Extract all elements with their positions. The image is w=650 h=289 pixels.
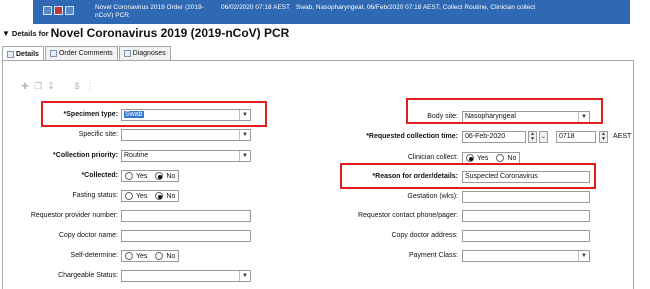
requestor-provider-number-label: Requestor provider number: — [30, 212, 118, 219]
fasting-yes-option[interactable]: Yes — [125, 192, 147, 200]
note-icon — [65, 6, 74, 15]
date-spinner[interactable]: ▲ ▼ — [528, 131, 537, 143]
collected-yes-option[interactable]: Yes — [125, 172, 147, 180]
self-determine-no-option[interactable]: No — [155, 252, 175, 260]
chargeable-status-label: Chargeable Status: — [58, 272, 118, 279]
option-label: No — [507, 154, 517, 162]
calendar-dropdown-icon[interactable]: ⌄ — [539, 131, 548, 143]
order-detail: Swab, Nasopharyngeal, 06/Feb/2020 07:18 … — [296, 4, 536, 11]
clear-icon[interactable]: ↧ — [46, 82, 56, 91]
collected-label: *Collected: — [81, 172, 118, 179]
order-name: Novel Coronavirus 2019 Order (2019-nCoV)… — [95, 4, 204, 19]
requestor-contact-label: Requestor contact phone/pager: — [357, 212, 458, 219]
collection-priority-label: *Collection priority: — [53, 152, 118, 159]
copy-doctor-name-input[interactable] — [121, 230, 251, 242]
collection-priority-select[interactable]: Routine ▼ — [121, 150, 251, 162]
collapse-icon[interactable]: ▼ — [2, 29, 10, 38]
fasting-status-label: Fasting status: — [72, 192, 118, 199]
details-prefix: Details for — [11, 29, 49, 39]
radio-button[interactable] — [466, 154, 474, 162]
chevron-down-icon[interactable]: ▼ — [239, 130, 250, 140]
radio-button[interactable] — [155, 172, 164, 180]
chevron-down-icon[interactable]: ▼ — [239, 271, 250, 281]
order-date: 06/02/2020 07:18 AEST — [221, 4, 291, 11]
payment-class-label: Payment Class: — [408, 252, 458, 259]
radio-button[interactable] — [155, 192, 164, 200]
clinician-collect-yes-option[interactable]: Yes — [466, 154, 488, 162]
order-icon — [43, 6, 52, 15]
option-label: No — [166, 192, 176, 200]
comments-icon — [49, 50, 57, 57]
details-icon — [7, 50, 14, 58]
specific-site-select[interactable]: ▼ — [121, 129, 251, 141]
highlight-box — [406, 98, 603, 124]
highlight-box — [340, 163, 596, 189]
order-summary-bar[interactable]: Novel Coronavirus 2019 Order (2019-nCoV)… — [33, 0, 630, 24]
collection-priority-value: Routine — [124, 152, 149, 159]
copy-doctor-address-input[interactable] — [462, 230, 590, 242]
dollar-icon[interactable]: $ — [72, 82, 82, 91]
flag-icon — [54, 6, 63, 15]
add-icon[interactable]: ✚ — [20, 82, 30, 91]
chevron-down-icon[interactable]: ▼ — [239, 151, 250, 161]
details-toolbar: ✚ ❐ ↧ $ ⋮ — [20, 82, 95, 91]
diagnoses-icon — [123, 50, 131, 57]
time-zone: AEST — [613, 133, 632, 140]
details-header: ▼ Details for Novel Coronavirus 2019 (2019… — [2, 26, 289, 40]
clinician-collect-no-option[interactable]: No — [496, 154, 516, 162]
tab-bar: Details Order Comments Diagnoses — [2, 46, 172, 61]
option-label: No — [166, 252, 176, 260]
info-icon[interactable]: ⋮ — [85, 82, 95, 91]
tab-label: Order Comments — [58, 50, 113, 57]
self-determine-yes-option[interactable]: Yes — [125, 252, 147, 260]
requestor-provider-number-input[interactable] — [121, 210, 251, 222]
fasting-status-radio-group: Yes No — [121, 190, 180, 202]
tab-order-comments[interactable]: Order Comments — [44, 46, 118, 60]
tab-label: Details — [16, 50, 39, 58]
collection-time-input[interactable]: 0718 — [556, 131, 596, 143]
tab-details[interactable]: Details — [2, 46, 44, 61]
radio-button[interactable] — [125, 172, 133, 180]
option-label: Yes — [136, 172, 148, 180]
gestation-input[interactable] — [462, 191, 590, 203]
chargeable-status-select[interactable]: ▼ — [121, 270, 251, 282]
time-spinner[interactable]: ▲ ▼ — [599, 131, 608, 143]
radio-button[interactable] — [155, 252, 164, 260]
requestor-contact-input[interactable] — [462, 210, 590, 222]
copy-doctor-name-label: Copy doctor name: — [58, 232, 118, 239]
self-determine-label: Self-determine: — [70, 252, 118, 259]
option-label: Yes — [136, 252, 148, 260]
option-label: No — [166, 172, 176, 180]
copy-doctor-address-label: Copy doctor address: — [391, 232, 458, 239]
highlight-box — [41, 101, 267, 127]
tab-label: Diagnoses — [132, 50, 166, 57]
radio-button[interactable] — [496, 154, 505, 162]
radio-button[interactable] — [125, 252, 133, 260]
self-determine-radio-group: Yes No — [121, 250, 180, 262]
payment-class-select[interactable]: ▼ — [462, 250, 590, 262]
copy-icon[interactable]: ❐ — [33, 82, 43, 91]
radio-button[interactable] — [125, 192, 133, 200]
separator — [59, 82, 69, 91]
chevron-down-icon[interactable]: ▼ — [578, 251, 589, 261]
order-status-icons — [43, 6, 74, 15]
page-title: Novel Coronavirus 2019 (2019-nCoV) PCR — [50, 26, 290, 40]
requested-collection-time-label: *Requested collection time: — [366, 133, 458, 140]
fasting-no-option[interactable]: No — [155, 192, 175, 200]
option-label: Yes — [477, 154, 489, 162]
specific-site-label: Specific site: — [78, 131, 118, 138]
collected-radio-group: Yes No — [121, 170, 180, 182]
gestation-label: Gestation (wks): — [407, 193, 458, 200]
tab-diagnoses[interactable]: Diagnoses — [118, 46, 171, 60]
collected-no-option[interactable]: No — [155, 172, 175, 180]
option-label: Yes — [136, 192, 148, 200]
collection-date-input[interactable]: 06-Feb-2020 — [462, 131, 526, 143]
